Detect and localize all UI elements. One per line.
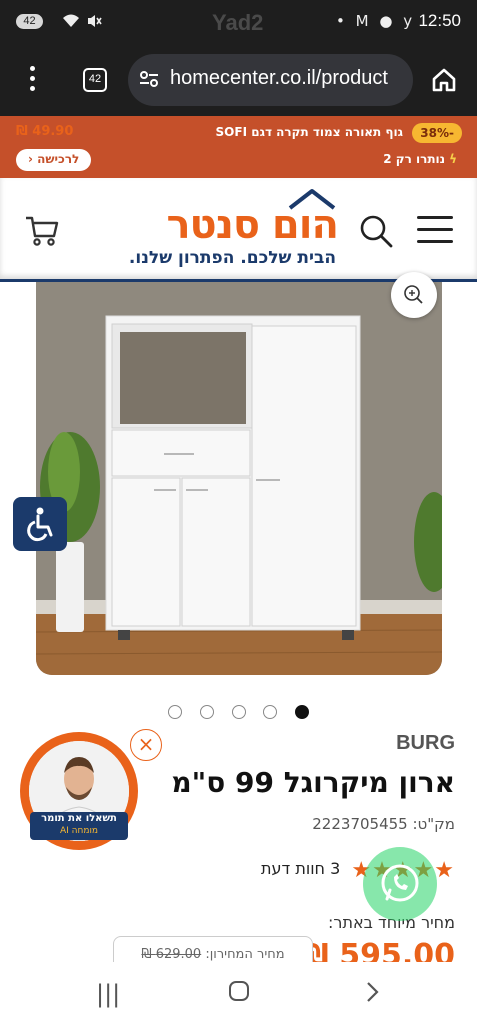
ai-assistant-widget[interactable]: תשאלו את תומר מומחה AI: [20, 732, 138, 850]
stock-notice: ϟנותרו רק 2: [383, 152, 457, 166]
lightning-icon: ϟ: [449, 152, 457, 166]
homecenter-logo[interactable]: הום סנטר הבית שלכם. הפתרון שלנו.: [129, 188, 339, 274]
hamburger-menu-icon[interactable]: [417, 216, 453, 244]
chat-icon: ●: [379, 12, 396, 30]
logo-text: הום סנטר: [166, 202, 339, 248]
gallery-dot[interactable]: [263, 705, 277, 719]
promo-price: ₪ 49.90: [16, 124, 74, 139]
recent-apps-icon[interactable]: |||: [96, 980, 120, 1008]
zoom-button[interactable]: [391, 272, 437, 318]
address-bar[interactable]: homecenter.co.il/product: [128, 54, 413, 106]
gallery-dot[interactable]: [168, 705, 182, 719]
back-icon[interactable]: [364, 980, 382, 1010]
product-sku: מק"ט: 2223705455: [312, 815, 455, 833]
url-text: homecenter.co.il/product: [170, 67, 388, 89]
site-header: הום סנטר הבית שלכם. הפתרון שלנו.: [0, 178, 477, 282]
wheelchair-icon: [27, 507, 53, 542]
clock: 12:50: [418, 11, 461, 30]
buy-button[interactable]: לרכישה ‹: [16, 149, 92, 171]
whatsapp-button[interactable]: [363, 847, 437, 921]
promo-banner[interactable]: -38% גוף תאורה צמוד תקרה דגם SOFI ₪ 49.9…: [0, 116, 477, 178]
old-price: 629.00 ₪: [141, 947, 202, 962]
wifi-icon: [62, 13, 80, 32]
tab-switcher-button[interactable]: 42: [83, 68, 107, 92]
product-image[interactable]: [36, 282, 442, 675]
gallery-dot-active[interactable]: [295, 705, 309, 719]
product-brand[interactable]: BURG: [396, 732, 455, 755]
assistant-label: תשאלו את תומר מומחה AI: [30, 812, 128, 840]
review-count[interactable]: 3 חוות דעת: [261, 859, 340, 878]
notification-icons: • M ● y: [336, 12, 415, 30]
zoom-in-icon: [404, 285, 423, 304]
mute-icon: [86, 13, 102, 33]
gallery-dot[interactable]: [232, 705, 246, 719]
accessibility-button[interactable]: [13, 497, 67, 551]
gallery-pagination: [168, 705, 314, 721]
screen: 42 Yad2 • M ● y 12:50 42 homecenter.co.i…: [0, 0, 477, 1024]
system-nav-bar: |||: [0, 962, 477, 1024]
sku-label: מק"ט:: [412, 815, 455, 833]
gmail-icon: M: [355, 12, 372, 30]
browser-toolbar: 42 homecenter.co.il/product: [0, 44, 477, 116]
logo-tagline: הבית שלכם. הפתרון שלנו.: [128, 248, 336, 268]
search-icon[interactable]: [358, 213, 394, 249]
product-title: ארון מיקרוגל 99 ס"מ: [171, 766, 455, 799]
signal-icon: y: [403, 12, 416, 30]
more-menu-icon[interactable]: [22, 66, 42, 94]
gallery-dot[interactable]: [200, 705, 214, 719]
dot-icon: •: [336, 12, 348, 30]
carrier-name: Yad2: [212, 10, 264, 35]
cart-icon[interactable]: [24, 212, 60, 248]
status-bar: 42 Yad2 • M ● y 12:50: [0, 0, 477, 44]
assistant-sublabel: מומחה AI: [59, 826, 99, 836]
list-price-label: מחיר המחירון:: [205, 947, 285, 962]
close-icon[interactable]: ×: [130, 729, 162, 761]
assistant-name: תשאלו את תומר: [41, 813, 117, 824]
site-settings-icon[interactable]: [138, 68, 160, 90]
home-icon[interactable]: [430, 66, 458, 94]
home-nav-icon[interactable]: [228, 980, 250, 1008]
battery-indicator: 42: [16, 14, 43, 29]
chevron-left-icon: ‹: [28, 152, 33, 166]
stock-text: נותרו רק 2: [383, 152, 446, 166]
buy-label: לרכישה: [37, 152, 80, 166]
whatsapp-icon: [381, 864, 419, 902]
product-photo-illustration: [36, 282, 442, 675]
sku-value: 2223705455: [312, 815, 408, 833]
